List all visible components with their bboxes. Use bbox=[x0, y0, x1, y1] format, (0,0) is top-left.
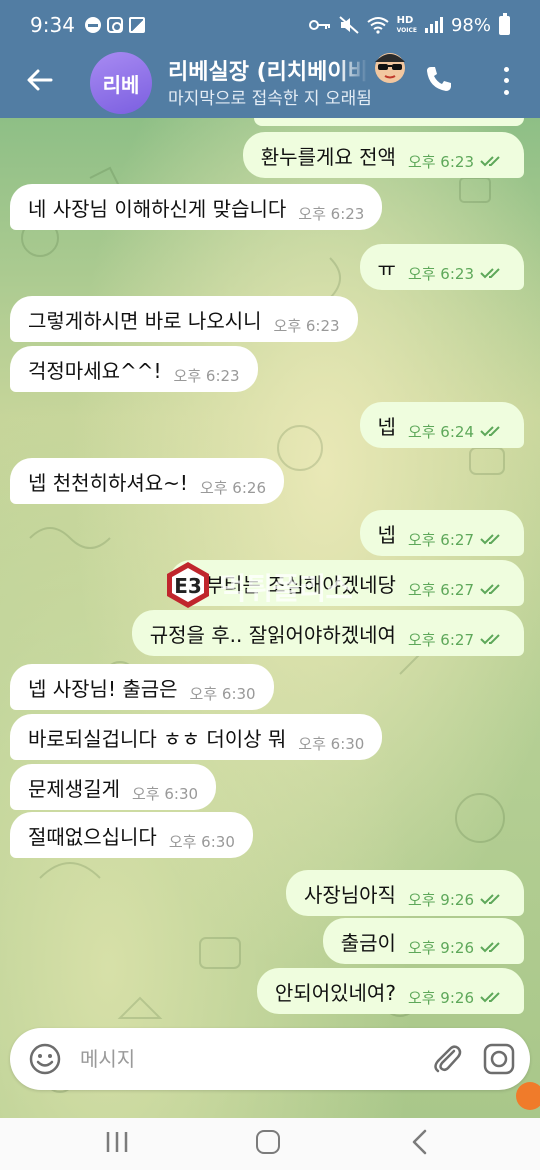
double-check-icon bbox=[480, 942, 500, 953]
back-arrow-icon[interactable] bbox=[24, 64, 56, 96]
message-bubble-outgoing[interactable]: 넵 오후 6:24 bbox=[359, 402, 524, 448]
phone-icon[interactable] bbox=[424, 64, 454, 94]
message-bubble-outgoing[interactable]: 넵 오후 6:27 bbox=[359, 510, 524, 556]
double-check-icon bbox=[480, 534, 500, 545]
message-time: 오후 6:23 bbox=[298, 204, 365, 223]
notification-badge[interactable] bbox=[516, 1082, 540, 1110]
emoji-icon[interactable] bbox=[28, 1042, 62, 1076]
message-text: 걱정마세요^^! bbox=[28, 358, 162, 383]
status-bar: 9:34 HD VOICE 98% bbox=[0, 0, 540, 50]
battery-icon bbox=[499, 12, 510, 35]
dnd-icon bbox=[84, 17, 101, 33]
message-time: 오후 6:24 bbox=[407, 422, 474, 441]
message-bubble-incoming[interactable]: 넵 사장님! 출금은 오후 6:30 bbox=[10, 664, 274, 710]
message-bubble-incoming[interactable]: 절때없으십니다 오후 6:30 bbox=[10, 812, 253, 858]
message-input[interactable] bbox=[80, 1038, 400, 1080]
message-text: 넵 사장님! 출금은 bbox=[28, 676, 178, 701]
paperclip-icon[interactable] bbox=[430, 1042, 464, 1076]
message-text: 사장님아직 bbox=[303, 882, 396, 907]
message-bubble-incoming[interactable]: 걱정마세요^^! 오후 6:23 bbox=[10, 346, 258, 392]
message-text: 환누를게요 전액 bbox=[260, 144, 396, 169]
message-bubble-incoming[interactable]: 넵 천천히하셔요~! 오후 6:26 bbox=[10, 458, 284, 504]
message-time: 오후 6:23 bbox=[173, 366, 240, 385]
key-icon bbox=[308, 20, 330, 30]
battery-percent: 98% bbox=[450, 14, 491, 36]
message-time: 오후 6:27 bbox=[407, 530, 474, 549]
message-time: 오후 6:27 bbox=[407, 630, 474, 649]
message-time: 오후 6:23 bbox=[407, 264, 474, 283]
message-bubble-outgoing[interactable]: 출금이 오후 9:26 bbox=[322, 918, 524, 964]
gallery-icon bbox=[128, 17, 145, 33]
message-time: 오후 6:23 bbox=[407, 152, 474, 171]
double-check-icon bbox=[480, 268, 500, 279]
instagram-icon bbox=[106, 17, 123, 33]
message-time: 오후 6:26 bbox=[199, 478, 266, 497]
message-time: 오후 6:30 bbox=[189, 684, 256, 703]
message-bubble-outgoing[interactable]: 환누를게요 전액 오후 6:23 bbox=[242, 132, 524, 178]
message-text: 넵 천천히하셔요~! bbox=[28, 470, 188, 495]
chat-header: 리베 리베실장 (리치베이비 마지막으로 접속한 지 오래됨 bbox=[0, 50, 540, 118]
system-nav-bar bbox=[0, 1118, 540, 1170]
message-text: 그렇게하시면 바로 나오시니 bbox=[28, 308, 262, 333]
message-bubble-incoming[interactable]: 네 사장님 이해하신게 맞습니다 오후 6:23 bbox=[10, 184, 383, 230]
message-text: 넵 bbox=[377, 522, 396, 547]
mute-icon bbox=[338, 16, 359, 34]
message-bubble-outgoing[interactable]: 규정을 후.. 잘읽어야하겠네여 오후 6:27 bbox=[131, 610, 524, 656]
double-check-icon bbox=[480, 894, 500, 905]
double-check-icon bbox=[480, 634, 500, 645]
message-time: 오후 6:30 bbox=[168, 832, 235, 851]
sunglasses-face-icon bbox=[375, 53, 405, 83]
message-time: 오후 6:23 bbox=[273, 316, 340, 335]
message-text: 절때없으십니다 bbox=[28, 824, 157, 849]
message-text: 규정을 후.. 잘읽어야하겠네여 bbox=[149, 622, 396, 647]
recent-apps-icon[interactable] bbox=[104, 1128, 130, 1156]
chat-title[interactable]: 리베실장 (리치베이비 bbox=[168, 54, 368, 84]
message-time: 오후 6:30 bbox=[298, 734, 365, 753]
message-text: 넵 bbox=[377, 414, 396, 439]
camera-icon[interactable] bbox=[482, 1042, 516, 1076]
wifi-icon bbox=[366, 17, 389, 34]
status-time: 9:34 bbox=[30, 13, 75, 37]
chat-area: 환누를게요 전액 오후 6:23 네 사장님 이해하신게 맞습니다 오후 6:2… bbox=[0, 118, 540, 1118]
message-time: 오후 9:26 bbox=[407, 988, 474, 1007]
message-text: 바로되실겁니다 ㅎㅎ 더이상 뭐 bbox=[28, 726, 287, 751]
previous-message-edge bbox=[254, 118, 524, 126]
message-bubble-incoming[interactable]: 문제생길게 오후 6:30 bbox=[10, 764, 217, 810]
message-text: ㅠ bbox=[377, 256, 396, 281]
message-bubble-outgoing[interactable]: 사장님아직 오후 9:26 bbox=[285, 870, 524, 916]
signal-icon bbox=[424, 17, 443, 33]
double-check-icon bbox=[480, 584, 500, 595]
message-time: 오후 9:26 bbox=[407, 890, 474, 909]
double-check-icon bbox=[480, 426, 500, 437]
double-check-icon bbox=[480, 992, 500, 1003]
message-text: 출금이 bbox=[340, 930, 396, 955]
avatar[interactable]: 리베 bbox=[90, 52, 152, 114]
more-options-icon[interactable] bbox=[494, 64, 518, 98]
chat-last-seen: 마지막으로 접속한 지 오래됨 bbox=[168, 89, 372, 109]
message-text: 문제생길게 bbox=[28, 776, 120, 801]
message-text: 네 사장님 이해하신게 맞습니다 bbox=[28, 196, 287, 221]
home-icon[interactable] bbox=[256, 1130, 280, 1154]
message-bubble-outgoing[interactable]: 담부터는 조심해야겠네당 오후 6:27 bbox=[169, 560, 524, 606]
message-time: 오후 6:27 bbox=[407, 580, 474, 599]
message-bubble-incoming[interactable]: 그렇게하시면 바로 나오시니 오후 6:23 bbox=[10, 296, 358, 342]
message-text: 담부터는 조심해야겠네당 bbox=[187, 572, 396, 597]
double-check-icon bbox=[480, 156, 500, 167]
message-composer bbox=[10, 1028, 530, 1090]
message-bubble-incoming[interactable]: 바로되실겁니다 ㅎㅎ 더이상 뭐 오후 6:30 bbox=[10, 714, 383, 760]
message-time: 오후 6:30 bbox=[132, 784, 199, 803]
message-bubble-outgoing[interactable]: ㅠ 오후 6:23 bbox=[359, 244, 524, 290]
message-bubble-outgoing[interactable]: 안되어있네여? 오후 9:26 bbox=[256, 968, 524, 1014]
hd-voice-label: HD VOICE bbox=[396, 14, 417, 34]
back-nav-icon[interactable] bbox=[408, 1128, 432, 1156]
message-time: 오후 9:26 bbox=[407, 938, 474, 957]
message-text: 안되어있네여? bbox=[274, 980, 396, 1005]
